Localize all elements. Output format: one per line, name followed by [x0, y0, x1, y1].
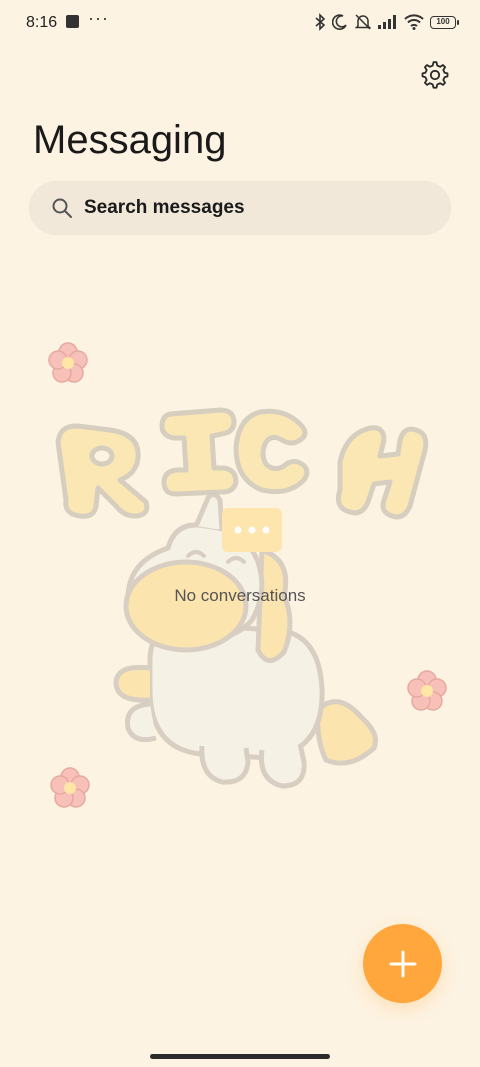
signal-icon — [378, 15, 396, 29]
search-input[interactable]: Search messages — [29, 181, 451, 235]
new-conversation-button[interactable] — [363, 924, 442, 1003]
empty-state-illustration — [48, 342, 447, 808]
status-bar: 8:16 ··· 100 — [0, 0, 480, 48]
battery-icon: 100 — [430, 15, 459, 29]
search-icon — [52, 198, 72, 218]
flower-icon — [50, 767, 90, 808]
status-icons: 100 — [314, 13, 459, 31]
wifi-icon — [404, 14, 424, 30]
settings-button[interactable] — [420, 60, 450, 90]
flower-icon — [48, 342, 88, 383]
rich-letters — [55, 407, 429, 520]
page-title: Messaging — [33, 118, 227, 162]
bluetooth-icon — [315, 13, 326, 31]
home-indicator[interactable] — [150, 1054, 330, 1059]
flower-icon — [407, 670, 447, 711]
search-placeholder: Search messages — [84, 197, 245, 218]
unicorn — [113, 492, 378, 789]
notification-app-icon — [66, 15, 79, 28]
status-more-icon: ··· — [88, 8, 109, 28]
empty-state-text: No conversations — [174, 586, 306, 605]
moon-icon — [332, 14, 347, 30]
bell-muted-icon — [354, 14, 372, 30]
status-time: 8:16 — [26, 14, 58, 31]
gear-icon — [421, 61, 449, 89]
messaging-screen: 8:16 ··· 100 Messaging Search messages N… — [0, 0, 480, 1067]
plus-icon — [389, 950, 416, 977]
